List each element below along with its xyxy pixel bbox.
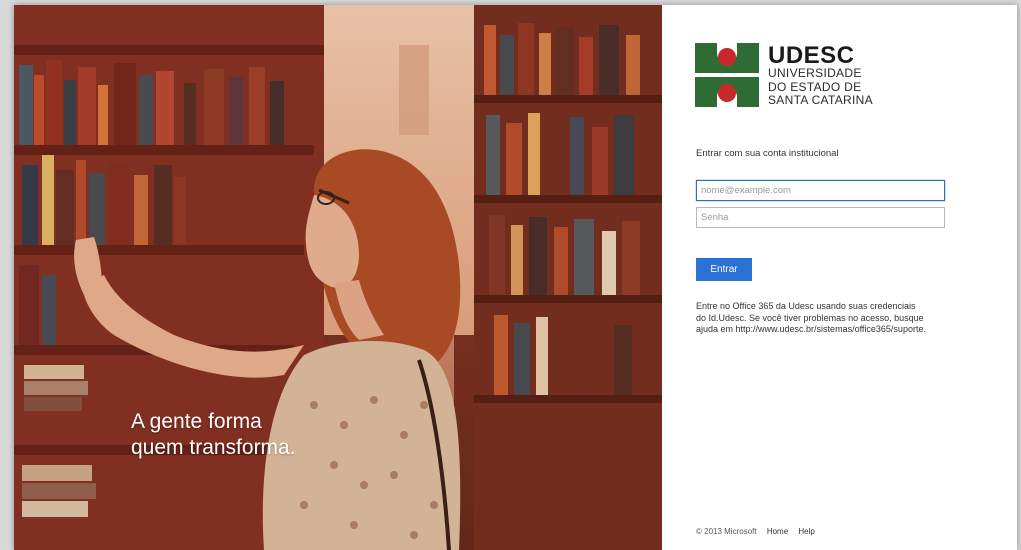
library-illustration xyxy=(14,5,662,550)
logo-university-name: UNIVERSIDADE DO ESTADO DE SANTA CATARINA xyxy=(768,66,873,108)
password-input[interactable] xyxy=(696,207,945,228)
home-link[interactable]: Home xyxy=(767,527,788,536)
logo-line-3: SANTA CATARINA xyxy=(768,93,873,107)
help-text-line-2: do Id.Udesc. Se você tiver problemas no … xyxy=(696,312,924,323)
hero-image: A gente forma quem transforma. xyxy=(14,5,662,550)
email-input[interactable] xyxy=(696,180,945,201)
help-text-line-1: Entre no Office 365 da Udesc usando suas… xyxy=(696,301,916,311)
udesc-logo: UDESC UNIVERSIDADE DO ESTADO DE SANTA CA… xyxy=(695,42,875,109)
tagline-line-2: quem transforma. xyxy=(131,436,296,459)
help-link[interactable]: Help xyxy=(798,527,814,536)
help-text: Entre no Office 365 da Udesc usando suas… xyxy=(696,301,966,336)
tagline-line-1: A gente forma xyxy=(131,410,262,433)
hero-tagline: A gente forma quem transforma. xyxy=(131,409,296,461)
copyright-text: © 2013 Microsoft xyxy=(696,527,757,536)
footer: © 2013 Microsoft Home Help xyxy=(696,527,815,536)
help-text-line-3: ajuda em http://www.udesc.br/sistemas/of… xyxy=(696,324,926,334)
login-window: A gente forma quem transforma. UDESC UNI… xyxy=(14,5,1017,550)
sign-in-button[interactable]: Entrar xyxy=(696,258,752,281)
logo-line-2: DO ESTADO DE xyxy=(768,79,862,94)
login-panel: UDESC UNIVERSIDADE DO ESTADO DE SANTA CA… xyxy=(662,5,1017,550)
udesc-emblem-icon xyxy=(695,43,759,107)
login-prompt: Entrar com sua conta institucional xyxy=(696,148,839,159)
logo-line-1: UNIVERSIDADE xyxy=(768,66,862,80)
